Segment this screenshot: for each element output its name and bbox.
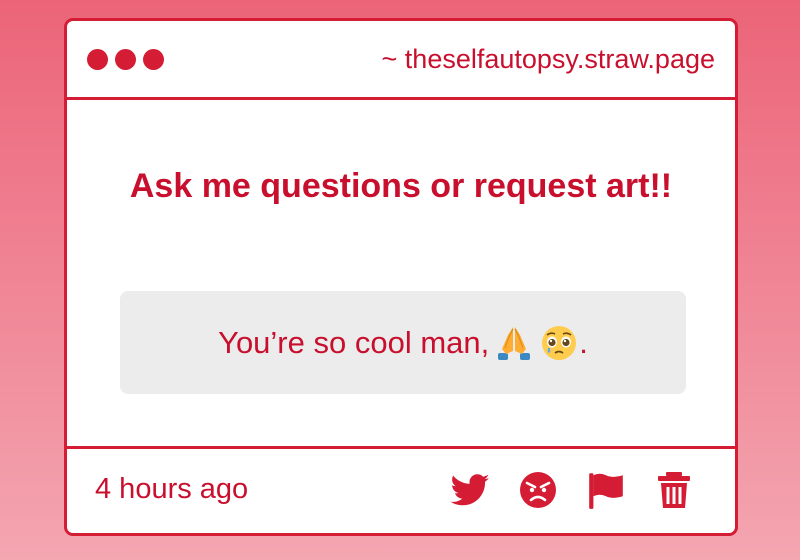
folded-hands-icon <box>494 323 534 363</box>
question-card: Ask me questions or request art!! You’re… <box>67 100 735 451</box>
window-dot-maximize[interactable] <box>143 49 164 70</box>
window-dot-minimize[interactable] <box>115 49 136 70</box>
share-twitter-button[interactable] <box>447 467 493 513</box>
timestamp: 4 hours ago <box>95 473 249 505</box>
delete-button[interactable] <box>651 467 697 513</box>
flag-icon <box>589 473 623 509</box>
angry-face-icon <box>520 472 556 508</box>
window-dot-close[interactable] <box>87 49 108 70</box>
page-url[interactable]: ~ theselfautopsy.straw.page <box>382 43 715 75</box>
answer-suffix: . <box>579 324 588 360</box>
page-prompt: Ask me questions or request art!! <box>129 167 673 205</box>
action-bar <box>447 467 697 513</box>
twitter-icon <box>450 474 490 506</box>
card-footer: 4 hours ago <box>67 446 735 533</box>
window-controls <box>87 49 164 70</box>
react-angry-button[interactable] <box>515 467 561 513</box>
browser-window: ~ theselfautopsy.straw.page Ask me quest… <box>64 18 738 536</box>
answer-box: You’re so cool man, . <box>120 291 686 394</box>
report-button[interactable] <box>583 467 629 513</box>
pleading-face-icon <box>539 323 579 363</box>
title-bar: ~ theselfautopsy.straw.page <box>67 21 735 100</box>
trash-icon <box>658 472 690 508</box>
answer-text: You’re so cool man, <box>218 324 490 360</box>
